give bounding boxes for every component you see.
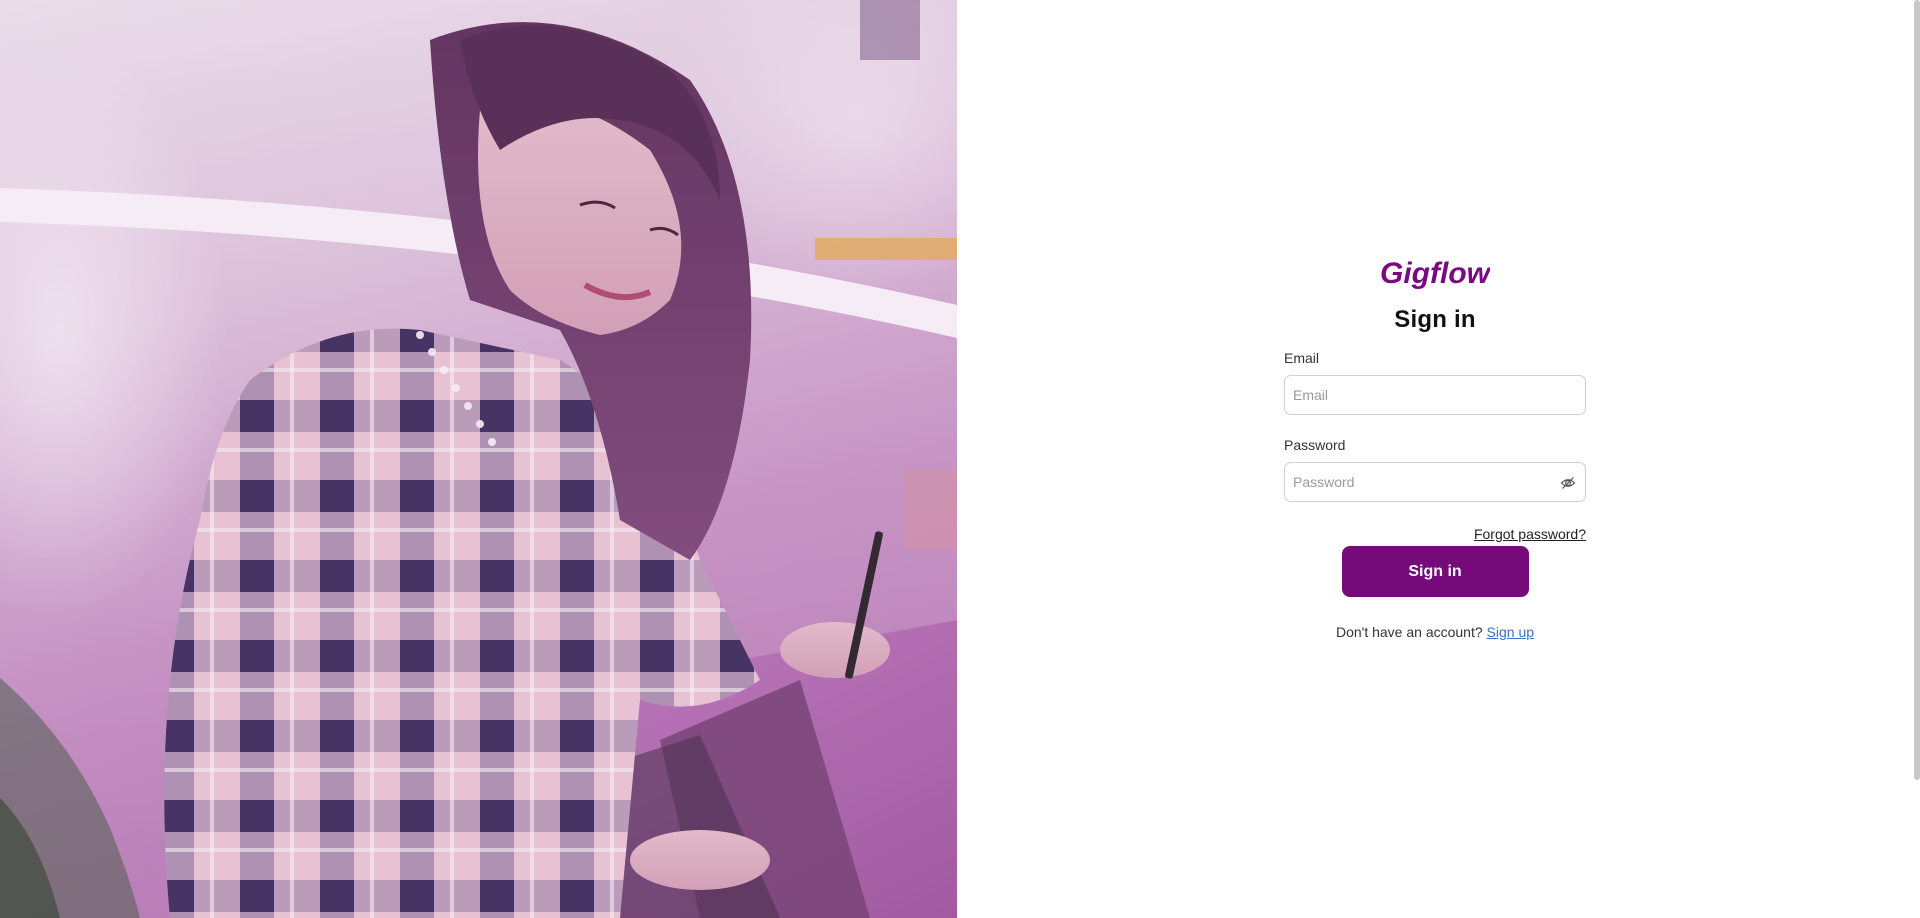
password-input-box (1284, 462, 1586, 502)
forgot-password-link[interactable]: Forgot password? (1474, 526, 1586, 542)
sign-in-form: Gigflow Sign in Email Password (1284, 250, 1586, 640)
password-field-group: Password (1284, 437, 1586, 502)
email-input-box (1284, 375, 1586, 415)
eye-slash-icon[interactable] (1560, 475, 1576, 491)
password-input[interactable] (1285, 463, 1585, 501)
sign-in-button[interactable]: Sign in (1341, 546, 1529, 597)
hero-image-panel (0, 0, 957, 918)
email-input[interactable] (1285, 376, 1585, 414)
forgot-password-row: Forgot password? (1284, 526, 1586, 544)
signup-prompt-row: Don't have an account? Sign up (1284, 624, 1586, 640)
page-scrollbar[interactable] (1914, 0, 1920, 780)
sign-in-panel: Gigflow Sign in Email Password (957, 0, 1920, 918)
sign-up-link[interactable]: Sign up (1487, 624, 1534, 640)
page-title: Sign in (1394, 306, 1476, 333)
plant-foliage (0, 678, 140, 918)
gigflow-logo: Gigflow (1380, 257, 1490, 290)
sign-in-page: Gigflow Sign in Email Password (0, 0, 1920, 918)
svg-text:Gigflow: Gigflow (1380, 257, 1490, 290)
password-label: Password (1284, 437, 1346, 453)
signup-prompt-text: Don't have an account? (1335, 624, 1483, 640)
email-label: Email (1284, 350, 1320, 366)
email-field-group: Email (1284, 350, 1586, 415)
